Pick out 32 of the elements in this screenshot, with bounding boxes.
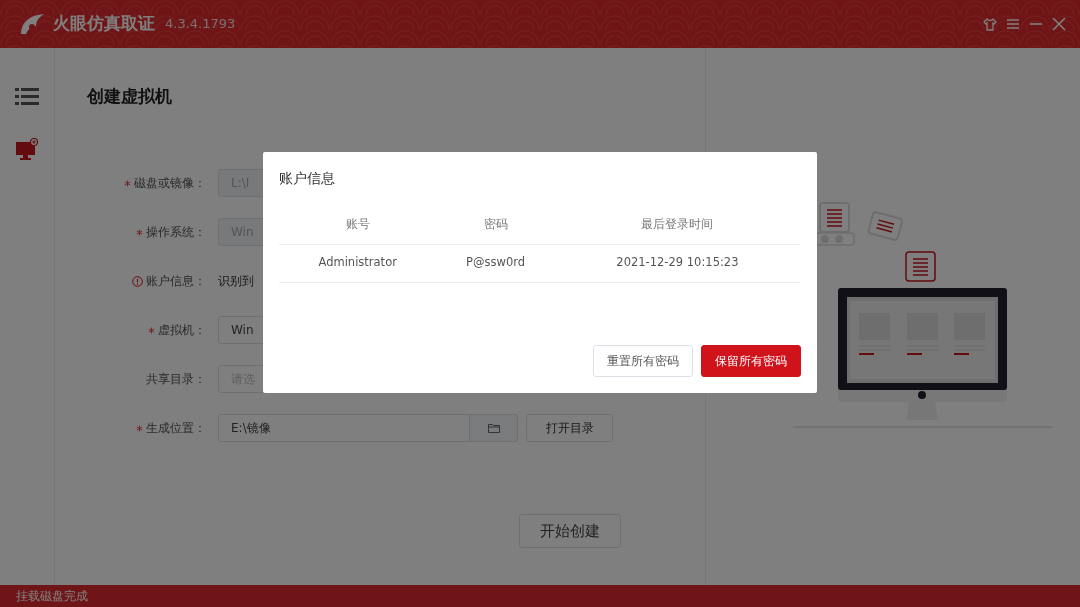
window-title: 火眼仿真取证 xyxy=(53,12,155,36)
reset-passwords-button[interactable]: 重置所有密码 xyxy=(593,345,693,377)
folder-button[interactable] xyxy=(470,414,518,442)
version-text: 4.3.4.1793 xyxy=(165,15,236,34)
column-header: 账号 xyxy=(279,206,437,244)
table-cell: Administrator xyxy=(279,244,437,282)
close-icon[interactable] xyxy=(1052,17,1066,31)
dialog-title: 账户信息 xyxy=(279,169,336,188)
table-cell: P@ssw0rd xyxy=(436,244,555,282)
info-icon xyxy=(132,275,143,287)
info-text: 识别到 xyxy=(218,273,254,290)
input-field[interactable]: E:\镜像 xyxy=(218,414,470,442)
monitor-plus-icon[interactable] xyxy=(15,138,39,161)
open-directory-button[interactable]: 打开目录 xyxy=(526,414,613,442)
keep-passwords-button[interactable]: 保留所有密码 xyxy=(701,345,801,377)
table-cell: 2021-12-29 10:15:23 xyxy=(554,244,800,282)
field-label: 生成位置： xyxy=(146,420,206,437)
field-label: 账户信息： xyxy=(146,273,206,290)
logo-icon xyxy=(18,12,45,36)
folder-icon xyxy=(487,423,500,433)
status-bar: 挂载磁盘完成 xyxy=(0,585,1080,607)
column-header: 最后登录时间 xyxy=(554,206,800,244)
list-icon[interactable] xyxy=(15,86,39,106)
field-label: 操作系统： xyxy=(146,224,206,241)
field-label: 磁盘或镜像： xyxy=(134,175,206,192)
menu-icon[interactable] xyxy=(1006,17,1020,31)
start-create-button[interactable]: 开始创建 xyxy=(519,514,621,548)
column-header: 密码 xyxy=(436,206,555,244)
page-title: 创建虚拟机 xyxy=(87,85,173,108)
field-label: 共享目录： xyxy=(146,371,206,388)
field-label: 虚拟机： xyxy=(158,322,206,339)
shirt-icon[interactable] xyxy=(983,17,997,31)
